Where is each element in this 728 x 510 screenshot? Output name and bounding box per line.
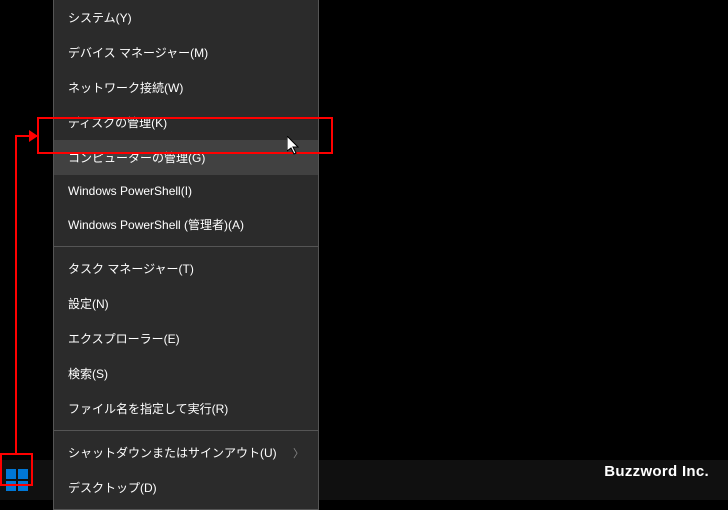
menu-item-label: Windows PowerShell (管理者)(A): [68, 218, 244, 232]
menu-item[interactable]: ディスクの管理(K): [54, 105, 318, 140]
menu-item-label: ファイル名を指定して実行(R): [68, 402, 228, 416]
menu-item[interactable]: Windows PowerShell (管理者)(A): [54, 207, 318, 242]
menu-item[interactable]: エクスプローラー(E): [54, 321, 318, 356]
chevron-right-icon: 〉: [293, 445, 304, 461]
start-button[interactable]: [5, 468, 29, 492]
annotation-arrow-line: [15, 135, 17, 453]
watermark: Buzzword Inc.: [604, 463, 709, 480]
winx-context-menu: システム(Y) デバイス マネージャー(M) ネットワーク接続(W) ディスクの管理(…: [53, 0, 319, 510]
annotation-arrow-head: [29, 130, 38, 142]
annotation-arrow-line: [15, 135, 37, 137]
menu-item[interactable]: デバイス マネージャー(M): [54, 35, 318, 70]
menu-item[interactable]: ファイル名を指定して実行(R): [54, 391, 318, 426]
menu-item-label: エクスプローラー(E): [68, 332, 180, 346]
menu-item[interactable]: シャットダウンまたはサインアウト(U) 〉: [54, 435, 318, 470]
menu-item-label: 設定(N): [68, 297, 109, 311]
menu-separator: [54, 430, 318, 431]
menu-item[interactable]: ネットワーク接続(W): [54, 70, 318, 105]
menu-item-label: シャットダウンまたはサインアウト(U): [68, 446, 277, 460]
menu-item-label: タスク マネージャー(T): [68, 262, 194, 276]
menu-item-label: ネットワーク接続(W): [68, 81, 183, 95]
menu-item[interactable]: 設定(N): [54, 286, 318, 321]
menu-item-label: コンピューターの管理(G): [68, 151, 205, 165]
menu-item-label: 検索(S): [68, 367, 108, 381]
menu-item[interactable]: 検索(S): [54, 356, 318, 391]
menu-item[interactable]: Windows PowerShell(I): [54, 175, 318, 207]
menu-item[interactable]: コンピューターの管理(G): [54, 140, 318, 175]
menu-item-label: ディスクの管理(K): [68, 116, 167, 130]
menu-item-label: デバイス マネージャー(M): [68, 46, 208, 60]
menu-item-label: システム(Y): [68, 11, 132, 25]
menu-item-label: Windows PowerShell(I): [68, 184, 192, 198]
menu-item[interactable]: タスク マネージャー(T): [54, 251, 318, 286]
menu-item[interactable]: システム(Y): [54, 0, 318, 35]
menu-separator: [54, 246, 318, 247]
menu-item-label: デスクトップ(D): [68, 481, 157, 495]
